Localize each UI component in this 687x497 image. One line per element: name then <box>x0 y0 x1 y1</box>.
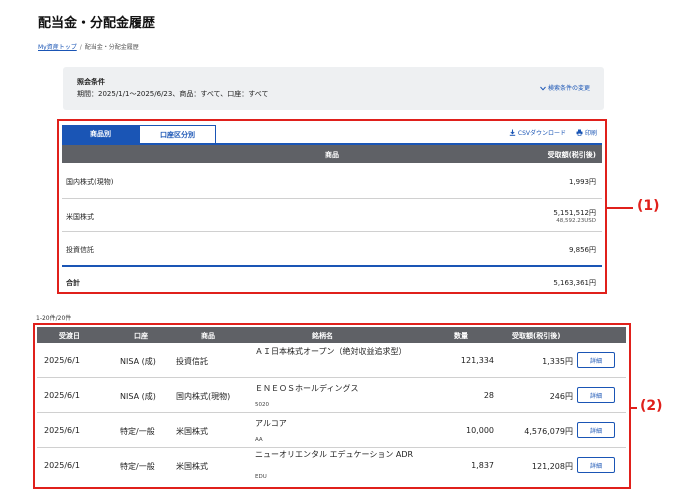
conditions-text: 期間：2025/1/1〜2025/6/23、商品：すべて、口座：すべて <box>77 90 269 98</box>
chevron-down-icon <box>540 86 546 91</box>
annotation-frame-2 <box>33 323 631 489</box>
search-conditions-panel: 照会条件 期間：2025/1/1〜2025/6/23、商品：すべて、口座：すべて… <box>63 67 604 110</box>
conditions-label: 照会条件 <box>77 78 105 86</box>
annotation-label-2: (2) <box>640 398 663 414</box>
breadcrumb-separator: / <box>79 44 82 51</box>
change-conditions-label: 検索条件の変更 <box>547 85 590 92</box>
breadcrumb-home-link[interactable]: My資産トップ <box>38 44 77 51</box>
annotation-label-1: (1) <box>637 198 660 214</box>
result-count: 1-20件/20件 <box>36 315 72 322</box>
breadcrumb-current: 配当金・分配金履歴 <box>84 44 139 51</box>
annotation-line-2 <box>631 407 637 409</box>
annotation-line-1 <box>607 207 633 209</box>
breadcrumb: My資産トップ / 配当金・分配金履歴 <box>38 42 139 51</box>
page-title: 配当金・分配金履歴 <box>38 16 156 31</box>
change-conditions-link[interactable]: 検索条件の変更 <box>540 83 590 92</box>
annotation-frame-1 <box>57 119 607 294</box>
